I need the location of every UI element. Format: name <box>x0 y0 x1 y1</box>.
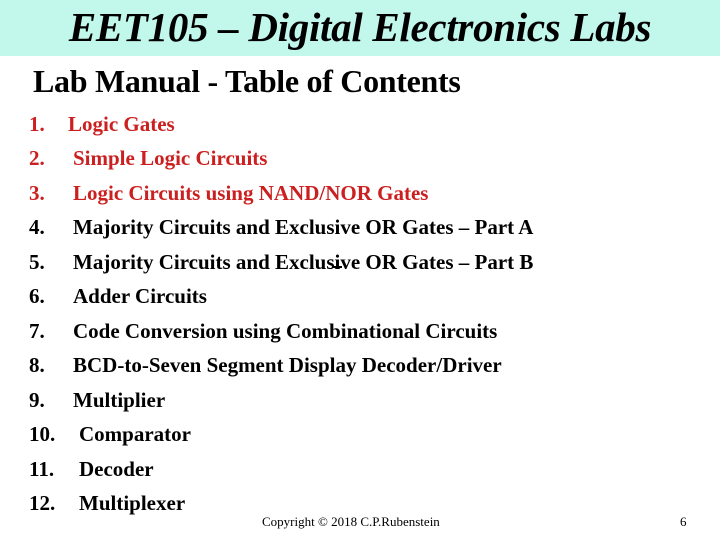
toc-item-number: 4. <box>29 215 45 240</box>
toc-item-number: 8. <box>29 353 45 378</box>
toc-item-label: Code Conversion using Combinational Circ… <box>73 318 498 343</box>
toc-item-number: 10. <box>29 422 56 447</box>
toc-item-label: Adder Circuits <box>73 284 207 309</box>
toc-item-number: 3. <box>29 180 45 205</box>
toc-item-number: 7. <box>29 318 45 343</box>
toc-item-number: 5. <box>29 249 45 274</box>
slide-title: EET105 – Digital Electronics Labs <box>68 4 652 50</box>
toc-item-label: Logic Gates <box>68 112 175 136</box>
toc-item-number: 9. <box>29 387 45 412</box>
text-caret-marker <box>332 266 342 268</box>
slide-subtitle: Lab Manual - Table of Contents <box>33 63 461 99</box>
toc-item-label: Majority Circuits and Exclusive OR Gates… <box>73 215 534 240</box>
toc-item-label: Simple Logic Circuits <box>73 146 268 171</box>
toc-item-label: BCD-to-Seven Segment Display Decoder/Dri… <box>73 353 502 378</box>
copyright-footer: Copyright © 2018 C.P.Rubenstein <box>262 514 440 529</box>
toc-item-label: Majority Circuits and Exclusive OR Gates… <box>73 249 534 274</box>
slide: EET105 – Digital Electronics Labs Lab Ma… <box>0 0 720 540</box>
toc-item-label: Comparator <box>79 422 191 447</box>
toc-item-label: Decoder <box>79 456 154 481</box>
toc-item-number: 6. <box>29 284 45 309</box>
toc-item-label: Multiplier <box>73 387 166 412</box>
toc-item-label: Logic Circuits using NAND/NOR Gates <box>73 180 429 205</box>
toc-item-label: Multiplexer <box>79 490 186 515</box>
toc-item-number: 1. <box>29 112 45 136</box>
page-number: 6 <box>680 514 687 529</box>
toc-item-number: 12. <box>29 490 56 515</box>
toc-item-number: 11. <box>29 456 55 481</box>
toc-item-number: 2. <box>29 146 45 171</box>
